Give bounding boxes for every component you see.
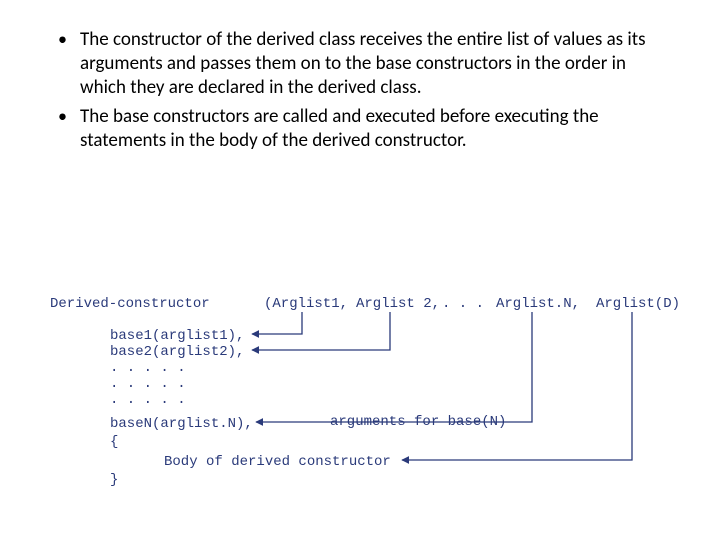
diagram-arrows	[44, 292, 684, 490]
list-item: The base constructors are called and exe…	[56, 105, 664, 153]
bullet-list: The constructor of the derived class rec…	[56, 28, 664, 153]
bullet-text-2: The base constructors are called and exe…	[80, 105, 599, 152]
constructor-diagram: Derived-constructor (Arglist1, Arglist 2…	[44, 292, 684, 490]
list-item: The constructor of the derived class rec…	[56, 28, 664, 99]
slide-body: The constructor of the derived class rec…	[0, 0, 720, 153]
bullet-text-1: The constructor of the derived class rec…	[80, 28, 646, 99]
